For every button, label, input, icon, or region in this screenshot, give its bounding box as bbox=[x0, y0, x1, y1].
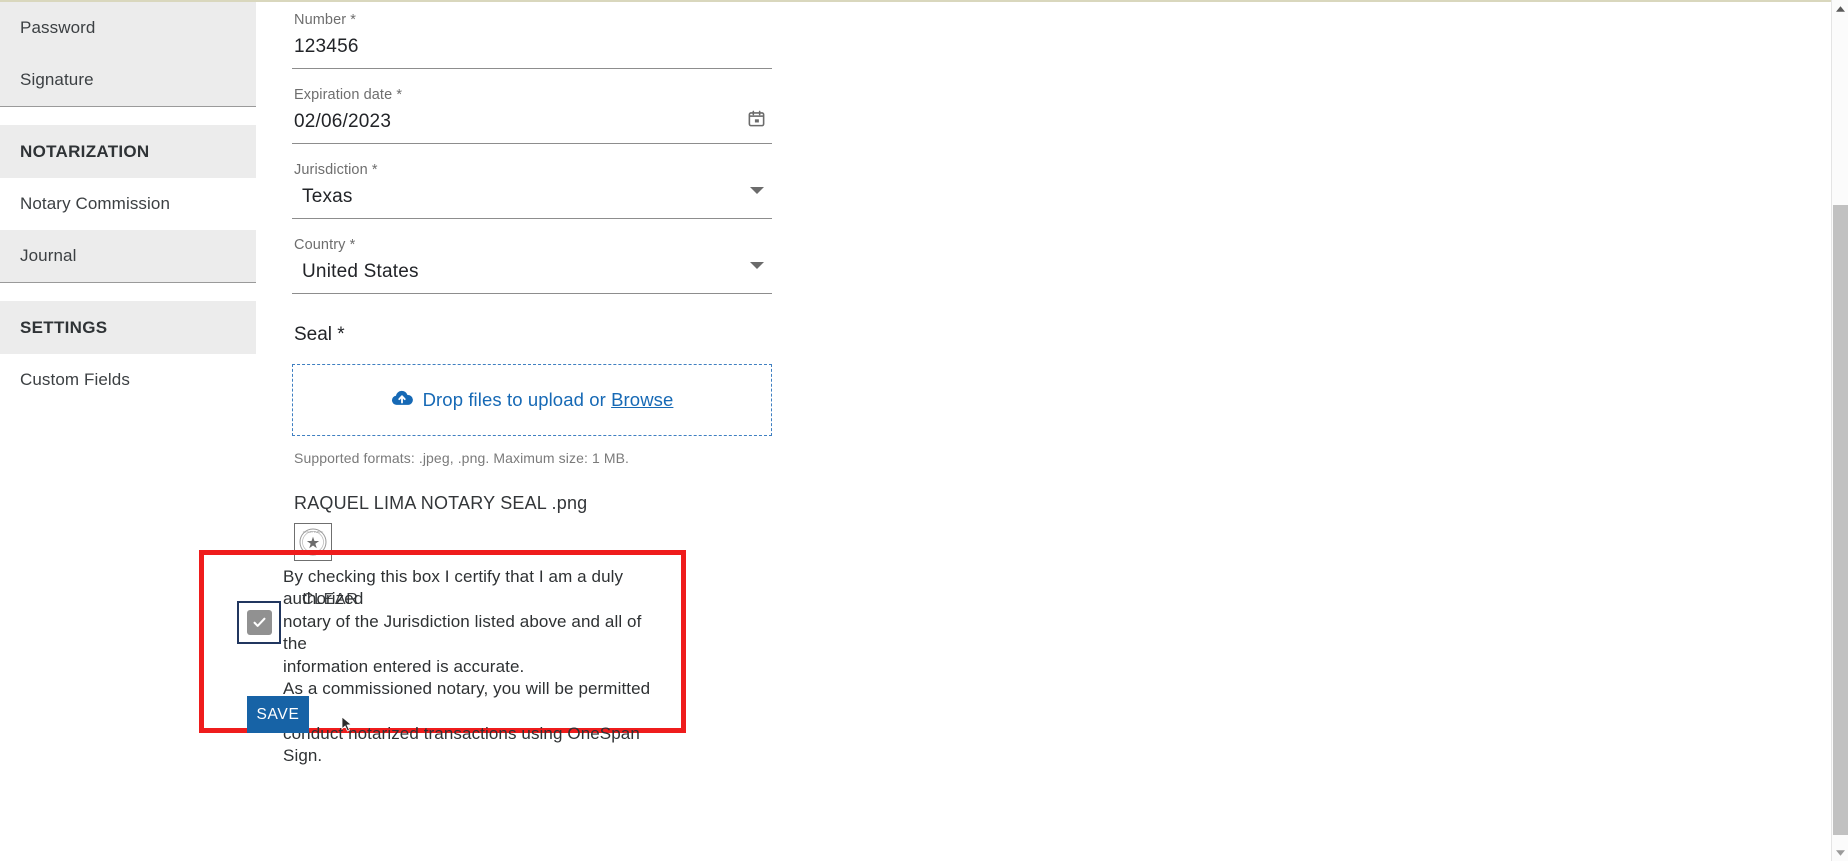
field-underline bbox=[292, 143, 772, 144]
upload-format-hint: Supported formats: .jpeg, .png. Maximum … bbox=[294, 450, 630, 466]
scroll-up-arrow-icon[interactable] bbox=[1832, 0, 1848, 17]
sidebar-item-label: Password bbox=[20, 18, 96, 37]
field-label: Country * bbox=[294, 237, 356, 253]
settings-sidebar: Password Signature NOTARIZATION Notary C… bbox=[0, 2, 256, 861]
consent-block: By checking this box I certify that I am… bbox=[237, 566, 667, 768]
certification-checkbox[interactable] bbox=[237, 601, 281, 644]
chevron-down-icon[interactable] bbox=[750, 262, 764, 287]
field-label: Number * bbox=[294, 12, 357, 28]
consent-line-1: By checking this box I certify that I am… bbox=[283, 567, 624, 609]
sidebar-item-journal[interactable]: Journal bbox=[0, 230, 256, 282]
sidebar-item-signature[interactable]: Signature bbox=[0, 54, 256, 106]
uploaded-file-name: RAQUEL LIMA NOTARY SEAL .png bbox=[294, 493, 588, 513]
field-underline bbox=[292, 293, 772, 294]
dropzone-prompt: Drop files to upload or bbox=[422, 389, 612, 410]
sidebar-spacer bbox=[0, 283, 256, 301]
app-root: Password Signature NOTARIZATION Notary C… bbox=[0, 0, 1848, 861]
field-underline bbox=[292, 218, 772, 219]
sidebar-item-label: Custom Fields bbox=[20, 370, 130, 389]
sidebar-item-password[interactable]: Password bbox=[0, 2, 256, 54]
expiration-date-input[interactable]: 02/06/2023 bbox=[292, 109, 812, 135]
sidebar-item-label: Signature bbox=[20, 70, 94, 89]
sidebar-item-notary-commission[interactable]: Notary Commission bbox=[0, 178, 256, 230]
sidebar-item-label: Notary Commission bbox=[20, 194, 171, 213]
save-button[interactable]: SAVE bbox=[247, 696, 309, 733]
dropzone-label: Drop files to upload or Browse bbox=[423, 389, 674, 411]
field-jurisdiction: Jurisdiction * Texas bbox=[292, 162, 812, 219]
cloud-upload-icon bbox=[391, 389, 413, 411]
checkbox-checked-icon bbox=[246, 610, 272, 635]
page-scrollbar[interactable] bbox=[1831, 0, 1848, 861]
country-select[interactable]: United States bbox=[292, 259, 812, 285]
sidebar-section-label: SETTINGS bbox=[20, 317, 108, 337]
consent-line-2: notary of the Jurisdiction listed above … bbox=[283, 611, 642, 654]
sidebar-section-settings: SETTINGS bbox=[0, 301, 256, 354]
top-edge-rule bbox=[0, 0, 1838, 2]
sidebar-item-custom-fields[interactable]: Custom Fields bbox=[0, 354, 256, 406]
field-label: Expiration date * bbox=[294, 87, 403, 103]
mouse-cursor bbox=[341, 716, 353, 734]
field-country: Country * United States bbox=[292, 237, 812, 294]
field-label: Jurisdiction * bbox=[294, 162, 378, 178]
seal-dropzone[interactable]: Drop files to upload or Browse bbox=[292, 364, 772, 436]
field-expiration-date: Expiration date * 02/06/2023 bbox=[292, 87, 812, 144]
calendar-icon[interactable] bbox=[747, 109, 766, 133]
sidebar-item-label: Journal bbox=[20, 246, 77, 265]
notary-commission-form: Number * 123456 Expiration date * 02/06/… bbox=[292, 0, 812, 609]
scroll-down-arrow-icon[interactable] bbox=[1832, 844, 1848, 861]
scrollbar-thumb[interactable] bbox=[1833, 205, 1848, 835]
chevron-down-icon[interactable] bbox=[750, 187, 764, 212]
field-number: Number * 123456 bbox=[292, 12, 812, 69]
certification-text: By checking this box I certify that I am… bbox=[237, 566, 667, 768]
notary-seal-thumbnail[interactable]: NOTARY PUBLIC STATE OF TEXAS bbox=[294, 523, 332, 561]
seal-label: Seal * bbox=[294, 324, 345, 345]
svg-text:STATE OF TEXAS: STATE OF TEXAS bbox=[302, 551, 324, 555]
browse-link[interactable]: Browse bbox=[611, 389, 673, 410]
consent-line-3: information entered is accurate. bbox=[283, 656, 525, 676]
sidebar-spacer bbox=[0, 107, 256, 125]
number-input[interactable]: 123456 bbox=[292, 34, 812, 60]
field-underline bbox=[292, 68, 772, 69]
sidebar-section-notarization: NOTARIZATION bbox=[0, 125, 256, 178]
svg-text:NOTARY PUBLIC: NOTARY PUBLIC bbox=[303, 530, 324, 534]
jurisdiction-select[interactable]: Texas bbox=[292, 184, 812, 210]
sidebar-section-label: NOTARIZATION bbox=[20, 141, 150, 161]
